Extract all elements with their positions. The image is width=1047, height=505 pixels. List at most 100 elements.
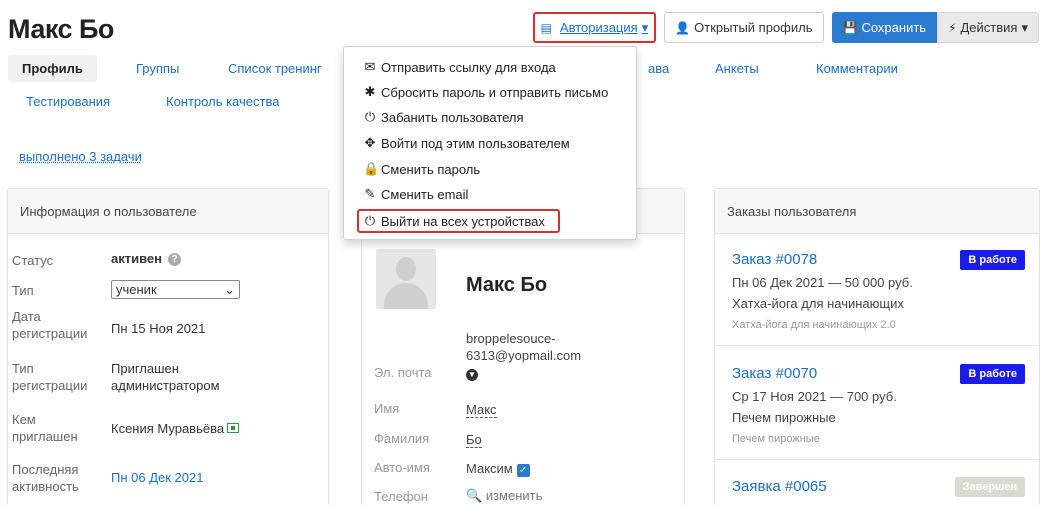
power-icon: ⏻ (364, 213, 376, 228)
envelope-icon: ✉ (364, 59, 376, 74)
invited-by-value: Ксения Муравьёва (111, 420, 240, 437)
order-date-sum: Ср 17 Ноя 2021 — 700 руб. (732, 389, 897, 404)
type-select-value: ученик (116, 282, 157, 297)
chevron-down-icon: ⌄ (224, 281, 235, 297)
actions-button[interactable]: ⚡ Действия ▾ (937, 12, 1039, 43)
menu-item-label: Забанить пользователя (381, 109, 524, 125)
orders-panel: Заказы пользователя Заказ #0078 В работе… (714, 188, 1040, 505)
phone-label: Телефон (374, 489, 428, 504)
tab-quality-control[interactable]: Контроль качества (166, 94, 279, 109)
email-line-2: 6313@yopmail.com (466, 348, 582, 363)
orders-title: Заказы пользователя (715, 189, 1039, 234)
status-badge: В работе (960, 364, 1025, 384)
order-date-sum: Пн 06 Дек 2021 — 50 000 руб. (732, 275, 913, 290)
type-select[interactable]: ученик ⌄ (111, 280, 240, 299)
tasks-link[interactable]: выполнено 3 задачи (19, 149, 142, 164)
last-name-value[interactable]: Бо (466, 432, 482, 448)
status-label: Статус (12, 253, 54, 268)
avatar (376, 249, 436, 309)
menu-item-label: Сменить пароль (381, 161, 481, 177)
tab-rights[interactable]: ава (648, 61, 669, 76)
first-name-value[interactable]: Макс (466, 402, 497, 418)
email-value: broppelesouce- 6313@yopmail.com ▼ (466, 330, 581, 381)
bolt-icon: ⚡ (948, 20, 957, 35)
type-label: Тип (12, 283, 34, 298)
user-name: Макс Бо (466, 274, 548, 296)
user-icon: 👤 (675, 20, 691, 35)
caret-down-icon: ▾ (641, 19, 649, 35)
order-title[interactable]: Заявка #0065 (732, 478, 827, 495)
save-label: Сохранить (861, 20, 927, 35)
auth-dropdown-toggle[interactable]: ▤ Авторизация ▾ (532, 12, 657, 43)
menu-item-reset-password[interactable]: ✱ Сбросить пароль и отправить письмо (363, 84, 609, 100)
menu-item-change-email[interactable]: ✎ Сменить email (363, 186, 469, 202)
toolbar: ▤ Авторизация ▾ 👤 Открытый профиль 💾 Сох… (532, 12, 1039, 43)
order-title[interactable]: Заказ #0078 (732, 251, 817, 268)
reg-date-label: Дата регистрации (12, 309, 88, 341)
move-icon: ✥ (364, 135, 376, 150)
reg-date-value: Пн 15 Ноя 2021 (111, 321, 206, 336)
auto-name-label: Авто-имя (374, 460, 430, 475)
open-profile-button[interactable]: 👤 Открытый профиль (664, 12, 824, 43)
panel-title: Информация о пользователе (8, 189, 328, 234)
order-item: Заявка #0065 Завершен (715, 460, 1039, 505)
floppy-icon: 💾 (842, 20, 858, 35)
caret-down-icon: ▾ (1021, 19, 1028, 35)
auth-label: Авторизация (559, 20, 638, 35)
status-badge: В работе (960, 250, 1025, 270)
actions-label: Действия (960, 20, 1018, 35)
tab-comments[interactable]: Комментарии (816, 61, 898, 76)
help-icon[interactable]: ? (168, 253, 181, 266)
menu-item-ban-user[interactable]: ⏻ Забанить пользователя (363, 109, 524, 125)
user-info-panel: Информация о пользователе (7, 188, 329, 505)
menu-item-label: Сменить email (381, 186, 469, 202)
menu-item-logout-all-devices[interactable]: ⏻ Выйти на всех устройствах (363, 213, 545, 229)
asterisk-icon: ✱ (364, 84, 376, 99)
menu-item-label: Отправить ссылку для входа (381, 59, 556, 75)
email-line-1: broppelesouce- (466, 331, 556, 346)
last-name-label: Фамилия (374, 431, 430, 446)
edit-icon: ✎ (364, 186, 376, 201)
menu-item-label: Войти под этим пользователем (381, 135, 570, 151)
last-activity-value[interactable]: Пн 06 Дек 2021 (111, 469, 203, 486)
auto-name-checkbox[interactable]: ✓ (516, 464, 530, 477)
email-label: Эл. почта (374, 365, 432, 380)
search-icon: 🔍 (466, 488, 483, 503)
page-title: Макс Бо (8, 14, 114, 44)
status-value-text: активен (111, 251, 162, 266)
tab-testing[interactable]: Тестирования (26, 94, 110, 109)
tab-trainings[interactable]: Список тренинг (228, 61, 322, 76)
save-button[interactable]: 💾 Сохранить (831, 12, 938, 43)
invited-by-name[interactable]: Ксения Муравьёва (111, 421, 224, 436)
menu-item-label: Выйти на всех устройствах (381, 213, 545, 229)
menu-item-login-as-user[interactable]: ✥ Войти под этим пользователем (363, 135, 570, 151)
menu-item-send-login-link[interactable]: ✉ Отправить ссылку для входа (363, 59, 556, 75)
briefcase-icon: ▤ (540, 20, 552, 35)
auth-dropdown-menu: ✉ Отправить ссылку для входа ✱ Сбросить па… (343, 46, 637, 240)
chevron-circle-down-icon[interactable]: ▼ (466, 369, 478, 381)
reg-type-value: Приглашен администратором (111, 361, 220, 393)
menu-item-change-password[interactable]: 🔒 Сменить пароль (363, 161, 480, 177)
phone-edit[interactable]: 🔍 изменить (466, 487, 542, 504)
tab-forms[interactable]: Анкеты (715, 61, 759, 76)
phone-edit-label: изменить (485, 488, 543, 503)
order-title[interactable]: Заказ #0070 (732, 365, 817, 382)
open-profile-label: Открытый профиль (694, 20, 813, 35)
reg-type-label: Тип регистрации (12, 361, 88, 393)
order-product: Печем пирожные (732, 410, 836, 425)
order-offer: Хатха-йога для начинающих 2.0 (732, 319, 896, 331)
tab-profile[interactable]: Профиль (8, 55, 97, 82)
auto-name-value: Максим (466, 461, 513, 476)
last-activity-label: Последняя активность (12, 462, 79, 494)
status-value: активен? (111, 250, 181, 267)
lock-icon: 🔒 (363, 161, 380, 176)
invited-by-label: Кем приглашен (12, 412, 78, 444)
order-product: Хатха-йога для начинающих (732, 296, 904, 311)
first-name-label: Имя (374, 401, 400, 416)
id-card-icon (227, 423, 240, 433)
status-badge: Завершен (954, 477, 1025, 497)
order-item: Заказ #0070 В работе Ср 17 Ноя 2021 — 70… (715, 346, 1039, 460)
order-item: Заказ #0078 В работе Пн 06 Дек 2021 — 50… (715, 234, 1039, 346)
tab-groups[interactable]: Группы (136, 61, 179, 76)
power-icon: ⏻ (364, 109, 376, 124)
